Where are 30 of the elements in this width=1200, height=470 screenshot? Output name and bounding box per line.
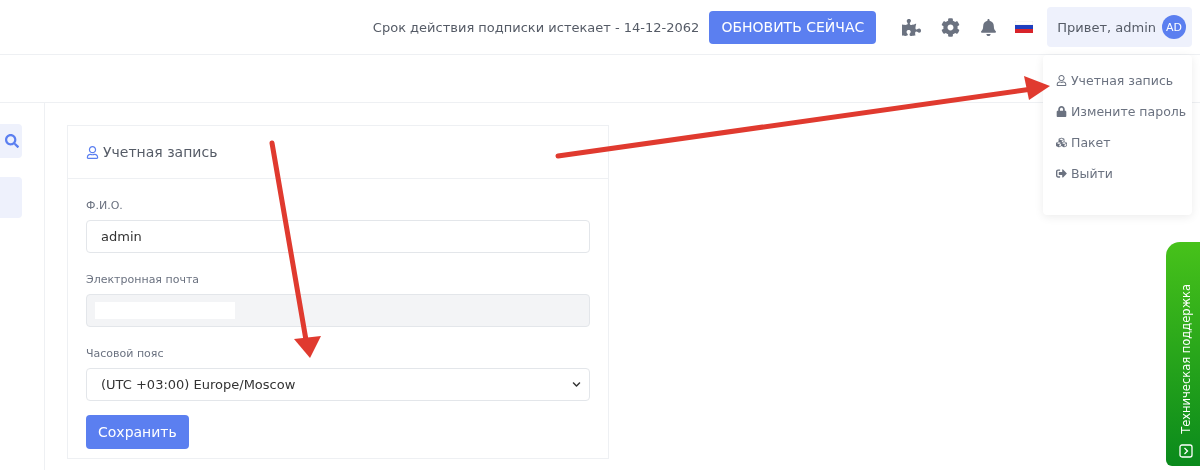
padlock-icon [1056,106,1067,117]
field-label: Часовой пояс [86,347,165,360]
puzzle-icon[interactable] [902,17,922,37]
subscription-notice: Срок действия подписки истекает - 14-12-2062 [372,19,700,35]
timezone-select[interactable]: (UTC +03:00) Europe/Moscow [86,368,590,401]
support-tab[interactable]: Техническая поддержка [1166,242,1200,466]
sign-out-icon [1056,168,1067,179]
avatar: AD [1162,15,1186,39]
chevron-down-icon [572,380,581,389]
upgrade-button[interactable]: ОБНОВИТЬ СЕЙЧАС [709,10,877,44]
field-label: Ф.И.О. [86,199,124,212]
search-icon [5,134,19,148]
user-menu-button[interactable]: Привет, admin AD [1047,7,1192,47]
card-title: Учетная запись [103,144,218,160]
menu-item[interactable]: Измените пароль [1056,104,1192,119]
settings-icon[interactable] [941,17,961,37]
save-button[interactable]: Сохранить [86,415,189,449]
field-label: Электронная почта [86,273,201,286]
search-button[interactable] [0,124,22,158]
cubes-icon [1056,137,1067,148]
menu-item[interactable]: Пакет [1056,135,1192,150]
chevron-right-icon [1179,444,1193,458]
menu-item[interactable]: Выйти [1056,166,1192,181]
bell-icon[interactable] [980,18,998,36]
user-icon [86,145,99,159]
name-field[interactable]: admin [86,220,590,253]
menu-item[interactable]: Учетная запись [1056,73,1192,88]
user-icon [1056,75,1067,86]
flag-icon[interactable] [1015,21,1034,33]
support-label: Техническая поддержка [1179,284,1193,434]
